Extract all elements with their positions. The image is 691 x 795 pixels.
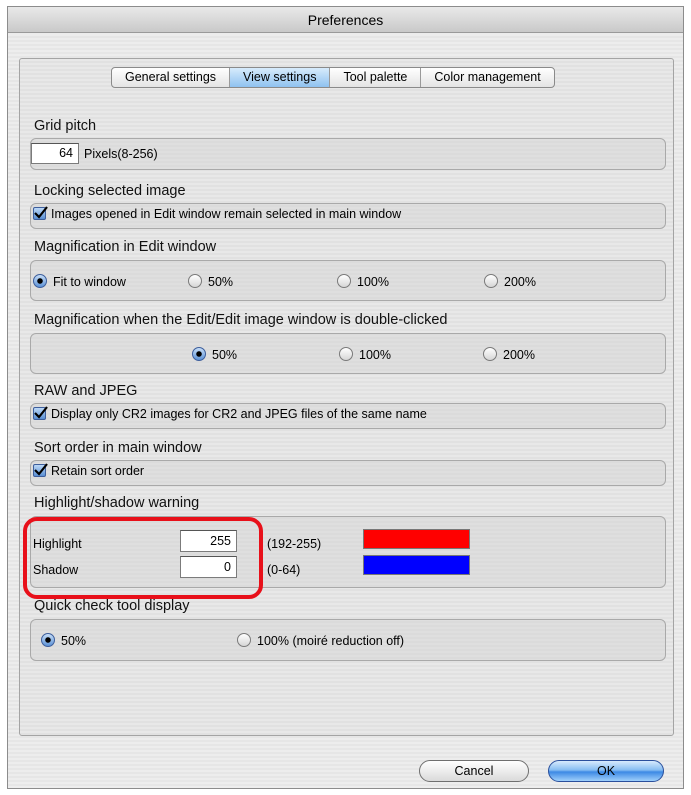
mag-edit-label-200: 200% xyxy=(504,275,536,289)
sort-order-checkbox-label: Retain sort order xyxy=(51,464,145,478)
tab-general-settings[interactable]: General settings xyxy=(112,68,231,87)
cancel-button[interactable]: Cancel xyxy=(419,760,529,782)
highlight-color-swatch[interactable] xyxy=(363,529,470,549)
mag-double-title: Magnification when the Edit/Edit image w… xyxy=(34,312,448,328)
mag-double-radio-200[interactable] xyxy=(483,347,497,361)
title-bar: Preferences xyxy=(8,7,683,33)
mag-double-label-100: 100% xyxy=(359,348,391,362)
preferences-window: Preferences General settings View settin… xyxy=(7,6,684,789)
shadow-range: (0-64) xyxy=(267,563,301,577)
mag-double-radio-50[interactable] xyxy=(192,347,206,361)
grid-pitch-input[interactable]: 64 xyxy=(31,143,79,164)
quick-check-label-50: 50% xyxy=(61,634,87,648)
quick-check-label-100: 100% (moiré reduction off) xyxy=(257,634,405,648)
tab-bar: General settings View settings Tool pale… xyxy=(111,67,555,88)
sort-order-title: Sort order in main window xyxy=(34,440,202,456)
mag-edit-radio-50[interactable] xyxy=(188,274,202,288)
checkmark-icon xyxy=(34,406,48,419)
highlight-annotation-ring xyxy=(23,517,263,599)
locking-title: Locking selected image xyxy=(34,183,186,199)
tab-view-settings[interactable]: View settings xyxy=(230,68,331,87)
window-title: Preferences xyxy=(307,12,384,28)
mag-edit-title: Magnification in Edit window xyxy=(34,239,217,255)
quick-check-radio-100[interactable] xyxy=(237,633,251,647)
highlight-range: (192-255) xyxy=(267,537,322,551)
mag-edit-label-100: 100% xyxy=(357,275,389,289)
mag-edit-label-50: 50% xyxy=(208,275,234,289)
mag-double-radio-100[interactable] xyxy=(339,347,353,361)
quick-check-radio-50[interactable] xyxy=(41,633,55,647)
mag-double-label-50: 50% xyxy=(212,348,238,362)
raw-jpeg-checkbox-label: Display only CR2 images for CR2 and JPEG… xyxy=(51,407,427,421)
ok-button[interactable]: OK xyxy=(548,760,664,782)
grid-pitch-unit: Pixels(8-256) xyxy=(84,147,158,161)
checkmark-icon xyxy=(34,206,48,219)
checkmark-icon xyxy=(34,463,48,476)
locking-checkbox-label: Images opened in Edit window remain sele… xyxy=(51,207,402,221)
raw-jpeg-title: RAW and JPEG xyxy=(34,383,138,399)
mag-edit-label-fit: Fit to window xyxy=(53,275,126,289)
raw-jpeg-checkbox[interactable] xyxy=(33,406,48,420)
sort-order-checkbox[interactable] xyxy=(33,463,48,477)
locking-checkbox[interactable] xyxy=(33,206,48,220)
tab-color-management[interactable]: Color management xyxy=(421,68,553,87)
shadow-color-swatch[interactable] xyxy=(363,555,470,575)
mag-edit-radio-200[interactable] xyxy=(484,274,498,288)
mag-edit-radio-100[interactable] xyxy=(337,274,351,288)
warning-title: Highlight/shadow warning xyxy=(34,495,200,511)
mag-edit-radio-fit[interactable] xyxy=(33,274,47,288)
tab-tool-palette[interactable]: Tool palette xyxy=(330,68,422,87)
quick-check-title: Quick check tool display xyxy=(34,598,190,614)
grid-pitch-title: Grid pitch xyxy=(34,118,97,134)
mag-double-label-200: 200% xyxy=(503,348,535,362)
